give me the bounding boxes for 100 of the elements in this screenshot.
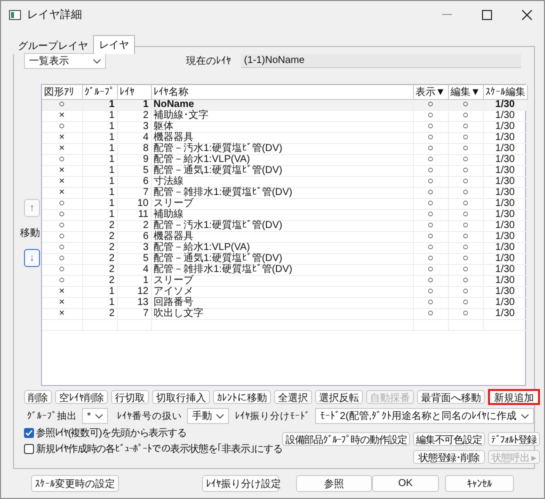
table-cell: 1/30 [483,144,527,154]
settings-button[interactable]: 状態登録･削除 [413,450,485,464]
dialog-button[interactable]: ｽｹｰﾙ変更時の設定 [31,475,119,492]
checkbox[interactable] [24,428,34,438]
action-button[interactable]: 全選択 [274,390,312,404]
checkbox[interactable] [24,444,34,454]
column-header[interactable]: ﾚｲﾔ [117,85,151,100]
move-down-button[interactable]: ↓ [24,249,40,267]
settings-button[interactable]: ﾃﾞﾌｫﾙﾄ登録 [488,432,540,446]
view-dropdown[interactable]: 一覧表示 [24,53,106,69]
table-cell: × [42,286,82,298]
table-cell: 1 [82,188,117,198]
table-row[interactable]: ○ 2 1 スリーブ ○ ○ 1/30 [42,276,527,286]
table-cell: ○ [448,132,483,144]
table-cell: ○ [42,154,82,166]
table-cell: 1/30 [483,232,527,242]
table-cell: 配管－給水1:VLP(VA) [151,154,413,166]
table-row[interactable]: × 2 7 吹出し文字 ○ ○ 1/30 [42,308,527,320]
tab[interactable]: レイヤ [93,35,135,54]
table-cell: ○ [42,254,82,264]
table-cell: 躯体 [151,122,413,132]
current-layer-field: (1-1)NoName [241,54,521,68]
table-cell: 2 [82,242,117,254]
move-up-button[interactable]: ↑ [24,199,40,217]
table-cell: ○ [413,242,448,254]
table-cell: アイソメ [151,286,413,298]
dialog-button[interactable]: ﾚｲﾔ振り分け設定 [202,475,279,492]
dialog-button[interactable]: ｷｬﾝｾﾙ [445,475,514,492]
action-button[interactable]: 最背面へ移動 [417,390,485,404]
table-cell: ○ [413,232,448,242]
table-cell: ○ [448,198,483,210]
table-cell: 7 [117,188,151,198]
table-row[interactable]: ○ 1 1 NoName ○ ○ 1/30 [42,100,527,110]
table-row[interactable]: × 1 12 アイソメ ○ ○ 1/30 [42,286,527,298]
filter-dropdown[interactable]: ﾓｰﾄﾞ2(配管,ﾀﾞｸﾄ用途名称と同名のﾚｲﾔに作成 [314,408,534,424]
table-row[interactable]: × 1 4 機器器具 ○ ○ 1/30 [42,132,527,144]
table-cell: 1 [82,154,117,166]
table-row[interactable]: × 1 6 寸法線 ○ ○ 1/30 [42,176,527,188]
table-row[interactable]: × 1 2 補助線･文字 ○ ○ 1/30 [42,110,527,122]
table-cell: 4 [117,264,151,276]
action-button[interactable]: 空ﾚｲﾔ削除 [55,390,108,404]
table-row[interactable]: ○ 2 4 配管－雑排水1:硬質塩ﾋﾞ管(DV) ○ ○ 1/30 [42,264,527,276]
table-row[interactable]: × 1 8 配管－汚水1:硬質塩ﾋﾞ管(DV) ○ ○ 1/30 [42,144,527,154]
column-header[interactable]: ｸﾞﾙｰﾌﾟ [82,85,117,100]
table-cell: ○ [42,242,82,254]
filter-dropdown[interactable]: 手動 [186,408,229,424]
table-cell: ○ [448,220,483,232]
action-button[interactable]: 選択反転 [315,390,363,404]
table-cell: 配管－給水1:VLP(VA) [151,242,413,254]
table-row[interactable]: ○ 2 3 配管－給水1:VLP(VA) ○ ○ 1/30 [42,242,527,254]
table-cell: ○ [413,188,448,198]
dialog-button[interactable]: OK [372,475,439,492]
table-row[interactable]: × 1 13 回路番号 ○ ○ 1/30 [42,298,527,308]
settings-button[interactable]: 設備部品ｸﾞﾙｰﾌﾟ時の動作設定 [282,432,410,446]
table-cell: 1/30 [483,210,527,220]
dropdown-caret-icon [93,58,101,64]
table-cell: 1 [82,132,117,144]
action-button[interactable]: 切取行挿入 [152,390,210,404]
checkbox-label: 新規ﾚｲﾔ作成時の各ﾋﾞｭｰﾎﾟｰﾄでの表示状態を｢非表示｣にする [36,442,282,456]
table-cell: 1/30 [483,286,527,298]
table-row[interactable]: ○ 1 11 補助線 ○ ○ 1/30 [42,210,527,220]
table-row[interactable]: × 1 5 配管－通気1:硬質塩ﾋﾞ管(DV) ○ ○ 1/30 [42,166,527,176]
column-header[interactable]: ｽｹｰﾙ編集 [483,85,527,100]
table-cell: 3 [117,122,151,132]
table-cell: ○ [413,276,448,286]
dialog-button[interactable]: 参照 [296,475,372,492]
table-cell: ○ [413,132,448,144]
settings-button[interactable]: 編集不可色設定 [413,432,485,446]
action-button[interactable]: 新規追加 [488,389,540,405]
table-cell: 配管－雑排水1:硬質塩ﾋﾞ管(DV) [151,264,413,276]
table-row[interactable]: ○ 1 10 スリーブ ○ ○ 1/30 [42,198,527,210]
table-cell: ○ [413,210,448,220]
table-cell: 1 [82,286,117,298]
table-cell: 配管－汚水1:硬質塩ﾋﾞ管(DV) [151,220,413,232]
column-header[interactable]: 編集▼ [448,85,483,100]
table-row[interactable]: ○ 2 2 配管－汚水1:硬質塩ﾋﾞ管(DV) ○ ○ 1/30 [42,220,527,232]
table-cell: 1 [82,176,117,188]
column-header[interactable]: 表示▼ [413,85,448,100]
table-cell: 配管－通気1:硬質塩ﾋﾞ管(DV) [151,166,413,176]
table-cell: ○ [448,166,483,176]
table-row[interactable]: × 1 7 配管－雑排水1:硬質塩ﾋﾞ管(DV) ○ ○ 1/30 [42,188,527,198]
table-cell: ○ [413,110,448,122]
table-cell: ○ [448,210,483,220]
table-cell: 1/30 [483,308,527,320]
table-cell: 9 [117,154,151,166]
action-button[interactable]: ｶﾚﾝﾄに移動 [213,390,271,404]
table-cell: 2 [117,110,151,122]
table-row[interactable]: ○ 2 6 機器器具 ○ ○ 1/30 [42,232,527,242]
action-button[interactable]: 行切取 [111,390,149,404]
column-header[interactable]: ﾚｲﾔ名称 [151,85,413,100]
table-row[interactable]: ○ 2 5 配管－通気1:硬質塩ﾋﾞ管(DV) ○ ○ 1/30 [42,254,527,264]
table-row[interactable]: ○ 1 3 躯体 ○ ○ 1/30 [42,122,527,132]
table-cell: 1/30 [483,166,527,176]
action-button[interactable]: 削除 [24,390,52,404]
table-cell: ○ [413,264,448,276]
table-cell: ○ [448,232,483,242]
filter-dropdown[interactable]: * [82,408,108,424]
table-cell: 4 [117,132,151,144]
table-row[interactable]: ○ 1 9 配管－給水1:VLP(VA) ○ ○ 1/30 [42,154,527,166]
column-header[interactable]: 図形ｱﾘ [42,85,82,100]
